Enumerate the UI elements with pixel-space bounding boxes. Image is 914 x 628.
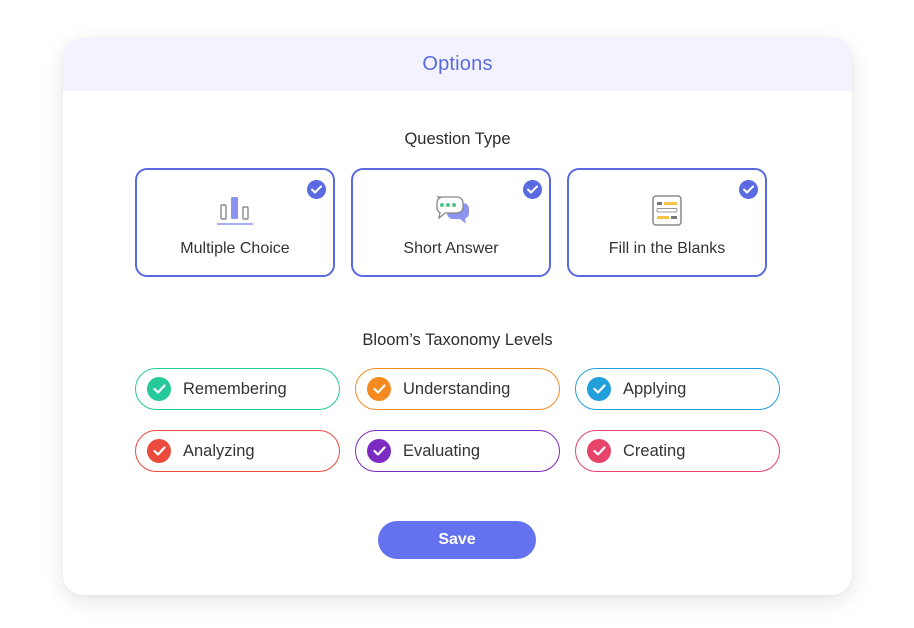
question-type-label: Short Answer	[403, 240, 499, 257]
check-circle-icon	[367, 439, 391, 463]
dialog-title: Options	[422, 53, 493, 75]
level-remembering[interactable]: Remembering	[135, 368, 340, 410]
blooms-levels: Remembering Understanding Applying Analy…	[135, 368, 780, 472]
level-label: Remembering	[183, 379, 287, 398]
save-button[interactable]: Save	[378, 521, 536, 559]
check-circle-icon	[587, 377, 611, 401]
blooms-taxonomy-heading: Bloom’s Taxonomy Levels	[362, 331, 553, 349]
level-label: Applying	[623, 379, 687, 398]
question-type-fill-in-the-blanks[interactable]: Fill in the Blanks	[567, 168, 767, 277]
check-icon	[739, 180, 758, 199]
check-circle-icon	[587, 439, 611, 463]
level-label: Evaluating	[403, 441, 481, 460]
check-circle-icon	[367, 377, 391, 401]
level-analyzing[interactable]: Analyzing	[135, 430, 340, 472]
bar-chart-icon	[217, 197, 253, 225]
level-label: Understanding	[403, 379, 511, 398]
level-creating[interactable]: Creating	[575, 430, 780, 472]
question-type-label: Fill in the Blanks	[608, 240, 726, 257]
question-type-options: Multiple Choice Short Answer Fill in the…	[135, 168, 767, 277]
level-label: Creating	[623, 441, 686, 460]
question-type-multiple-choice[interactable]: Multiple Choice	[135, 168, 335, 277]
options-dialog: Options Question Type Multiple Choice Sh…	[63, 38, 852, 595]
level-evaluating[interactable]: Evaluating	[355, 430, 560, 472]
question-type-label: Multiple Choice	[180, 240, 290, 257]
level-applying[interactable]: Applying	[575, 368, 780, 410]
check-circle-icon	[147, 439, 171, 463]
level-label: Analyzing	[183, 441, 255, 460]
form-lines-icon	[652, 195, 682, 226]
question-type-short-answer[interactable]: Short Answer	[351, 168, 551, 277]
question-type-heading: Question Type	[404, 130, 511, 148]
check-circle-icon	[147, 377, 171, 401]
check-icon	[307, 180, 326, 199]
level-understanding[interactable]: Understanding	[355, 368, 560, 410]
dialog-header: Options	[63, 38, 852, 91]
check-icon	[523, 180, 542, 199]
chat-bubbles-icon	[436, 196, 469, 224]
